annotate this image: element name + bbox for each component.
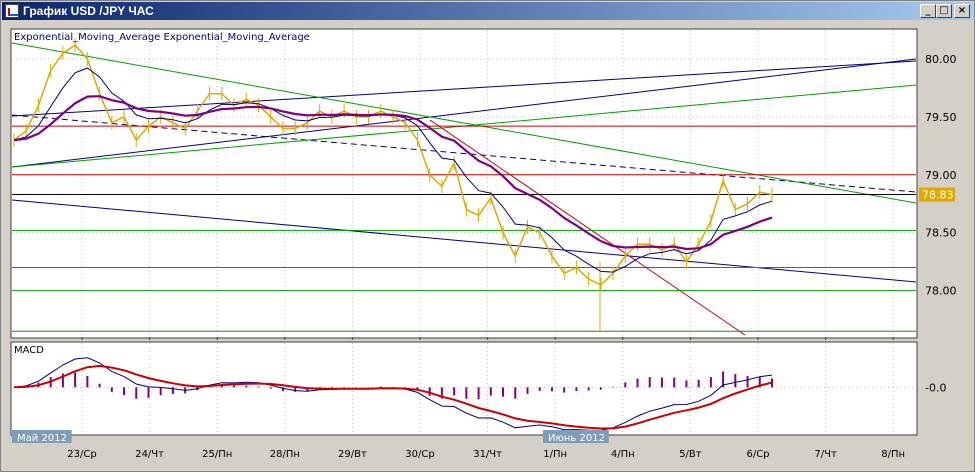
x-tick-label: 31/Чт [473, 449, 502, 460]
y-tick-label: 79.50 [925, 111, 957, 124]
x-tick-label: 28/Пн [270, 449, 300, 460]
x-tick-label: 29/Вт [338, 449, 367, 460]
last-price-label: 78.83 [922, 189, 954, 202]
month-label: Июнь 2012 [548, 433, 605, 444]
x-tick-label: 25/Пн [202, 449, 232, 460]
x-tick-label: 24/Чт [135, 449, 164, 460]
x-tick-label: 7/Чт [814, 449, 837, 460]
x-tick-label: 1/Пн [543, 449, 567, 460]
x-tick-label: 5/Вт [679, 449, 702, 460]
y-tick-label: 78.50 [925, 227, 957, 240]
y-tick-label: 79.00 [925, 169, 957, 182]
macd-tick-label: -0.0 [925, 381, 946, 394]
x-tick-label: 8/Пн [881, 449, 905, 460]
indicator-label: Exponential_Moving_Average Exponential_M… [14, 32, 310, 43]
y-tick-label: 78.00 [925, 285, 957, 298]
macd-panel [10, 341, 918, 436]
x-tick-label: 4/Пн [611, 449, 635, 460]
x-tick-label: 23/Ср [67, 449, 96, 460]
month-label: Май 2012 [17, 433, 67, 444]
chart-canvas: 23/Ср 24/Чт 25/Пн 28/Пн 29/Вт 30/Ср 31/Чт 1/Пн 4… [10, 28, 957, 460]
y-tick-label: 80.00 [925, 53, 957, 66]
x-tick-label: 6/Ср [746, 449, 769, 460]
x-tick-label: 30/Ср [405, 449, 434, 460]
macd-label: MACD [14, 345, 44, 356]
